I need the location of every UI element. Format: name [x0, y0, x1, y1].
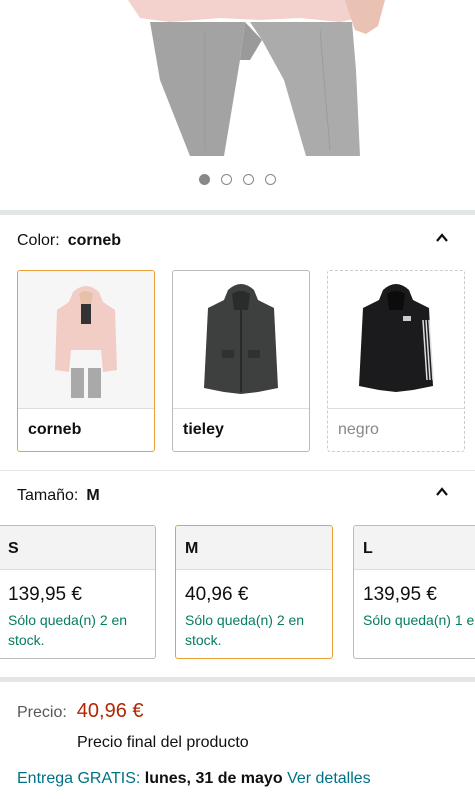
delivery-details-link[interactable]: Ver detalles [287, 770, 371, 787]
color-option-label: negro [338, 421, 379, 438]
size-option-stock: Sólo queda(n) 1 e [363, 612, 475, 628]
color-thumbnail [328, 271, 464, 408]
size-option-price: 40,96 € [185, 584, 249, 605]
size-option-label: S [0, 526, 155, 570]
swatch-separator [18, 408, 154, 409]
color-option-negro[interactable]: negro [327, 270, 465, 452]
carousel-dot[interactable] [221, 174, 232, 185]
swatch-separator [328, 408, 464, 409]
price-label: Precio: [17, 704, 67, 721]
color-thumbnail [18, 271, 154, 408]
chevron-up-icon[interactable] [435, 231, 449, 245]
color-label: Color: [17, 232, 60, 249]
carousel-dot[interactable] [199, 174, 210, 185]
delivery-date: lunes, 31 de mayo [144, 770, 283, 787]
price-note: Precio final del producto [77, 734, 249, 751]
product-image-carousel[interactable] [0, 0, 475, 210]
color-option-tieley[interactable]: tieley [172, 270, 310, 452]
color-option-label: corneb [28, 421, 82, 438]
color-option-label: tieley [183, 421, 224, 438]
size-option-price: 139,95 € [8, 584, 82, 605]
section-divider [0, 210, 475, 215]
swatch-separator [173, 408, 309, 409]
size-option-m[interactable]: M 40,96 € Sólo queda(n) 2 en stock. [175, 525, 333, 659]
size-option-label: L [354, 526, 475, 570]
size-section-header[interactable]: Tamaño: M [17, 487, 100, 505]
carousel-dot[interactable] [265, 174, 276, 185]
color-value: corneb [67, 232, 122, 249]
delivery-info: Entrega GRATIS: lunes, 31 de mayo Ver de… [17, 770, 371, 788]
color-thumbnail [173, 271, 309, 408]
delivery-prefix: Entrega GRATIS: [17, 770, 141, 787]
size-option-s[interactable]: S 139,95 € Sólo queda(n) 2 en stock. [0, 525, 156, 659]
price-row: Precio: 40,96 € [17, 700, 144, 723]
carousel-dots[interactable] [199, 174, 276, 185]
size-option-stock: Sólo queda(n) 2 en stock. [185, 612, 305, 648]
price-value: 40,96 € [76, 700, 144, 722]
size-option-price: 139,95 € [363, 584, 437, 605]
color-option-corneb[interactable]: corneb [17, 270, 155, 452]
carousel-dot[interactable] [243, 174, 254, 185]
section-divider [0, 470, 475, 471]
size-label: Tamaño: [17, 487, 79, 504]
size-option-l[interactable]: L 139,95 € Sólo queda(n) 1 e [353, 525, 475, 659]
chevron-up-icon[interactable] [435, 485, 449, 499]
size-option-label: M [176, 526, 332, 570]
section-divider [0, 677, 475, 682]
size-value: M [86, 487, 100, 504]
color-section-header[interactable]: Color: corneb [17, 232, 121, 250]
size-option-stock: Sólo queda(n) 2 en stock. [8, 612, 128, 648]
